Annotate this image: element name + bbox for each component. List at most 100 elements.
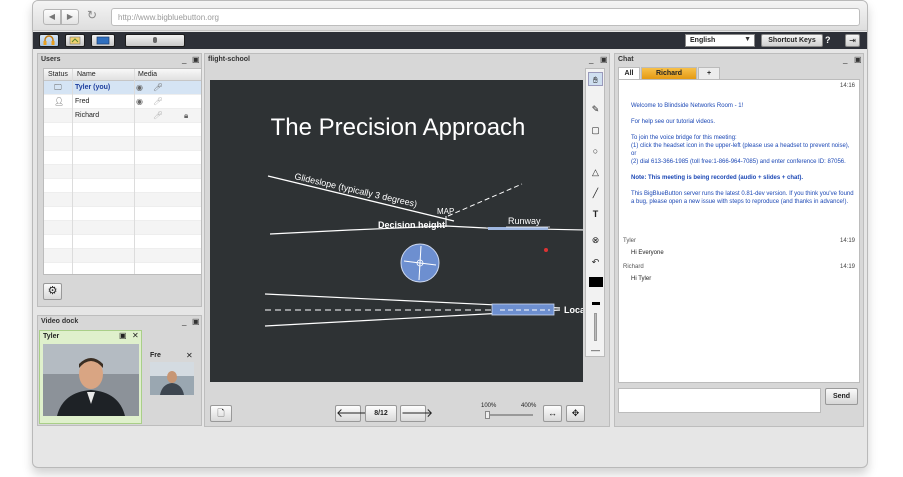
fit-width-button[interactable]: ↔: [543, 405, 562, 422]
maximize-icon[interactable]: ▣: [192, 317, 200, 326]
microphone-button[interactable]: [125, 34, 185, 47]
video-name: Fre: [150, 352, 161, 359]
slide-drawing: The Precision Approach Glideslope (typic…: [210, 80, 583, 382]
presentation-controls: 🗋 🡐 8/12 🡒 100% 400% ↔ ✥: [205, 400, 609, 426]
zoom-slider[interactable]: [485, 411, 533, 419]
user-row[interactable]: 🖵 Tyler (you) ◉ 🎤︎: [44, 81, 201, 95]
shortcut-keys-button[interactable]: Shortcut Keys: [761, 34, 823, 47]
user-row[interactable]: 👤︎ Fred ◉ 🎤︎: [44, 95, 201, 109]
webcam-status-icon[interactable]: ◉: [136, 97, 143, 106]
message-sender: Tyler: [623, 238, 637, 244]
slider-track: [594, 313, 597, 341]
tab-add[interactable]: +: [698, 67, 720, 79]
microphone-icon: [153, 37, 157, 43]
webcam-button[interactable]: [91, 34, 115, 47]
rectangle-icon[interactable]: ▢: [588, 123, 603, 137]
arrow-left-icon: 🡐: [336, 406, 369, 420]
upload-button[interactable]: 🗋: [210, 405, 232, 422]
message-line: Note: This meeting is being recorded (au…: [631, 175, 804, 181]
message-line: (1) click the headset icon in the upper-…: [631, 143, 850, 157]
chat-message-input[interactable]: [618, 388, 821, 413]
color-swatch: [588, 277, 603, 287]
whiteboard-toolbar: ✋︎ ✎ ▢ ○ △ ╱ T ⊗ ↶ —: [585, 68, 605, 357]
column-media[interactable]: Media: [138, 71, 157, 78]
microphone-icon[interactable]: 🎤︎: [153, 111, 163, 120]
minimize-icon[interactable]: _: [843, 55, 847, 64]
help-button[interactable]: ?: [825, 35, 831, 45]
maximize-icon[interactable]: ▣: [600, 55, 608, 64]
users-grid: Status Name Media 🖵 Tyler (you) ◉ 🎤︎ 👤︎ …: [43, 68, 202, 275]
user-name: Fred: [75, 98, 90, 105]
tab-richard[interactable]: Richard: [641, 67, 697, 79]
message-line[interactable]: For help see our tutorial videos.: [631, 118, 855, 126]
pencil-icon[interactable]: ✎: [588, 102, 603, 116]
ellipse-icon[interactable]: ○: [588, 144, 603, 158]
message-time: 14:19: [839, 238, 855, 244]
browser-window: ◀ ▶ ↻ http://www.bigbluebutton.org Engli…: [32, 0, 868, 468]
empty-row: [44, 193, 201, 207]
column-name[interactable]: Name: [77, 71, 96, 78]
video-dock-title: Video dock: [41, 318, 79, 325]
user-name: Tyler (you): [75, 84, 111, 91]
close-icon[interactable]: ✕: [132, 331, 139, 340]
localizer-label: Locali: [564, 305, 583, 315]
chat-title: Chat: [618, 56, 634, 63]
column-divider: [72, 69, 73, 274]
address-bar[interactable]: http://www.bigbluebutton.org: [111, 8, 860, 26]
maximize-icon[interactable]: ▣: [854, 55, 862, 64]
runway-label: Runway: [508, 216, 541, 226]
message-line[interactable]: This BigBlueButton server runs the lates…: [631, 190, 855, 206]
line-icon[interactable]: ╱: [588, 186, 603, 200]
next-slide-button[interactable]: 🡒: [400, 405, 433, 422]
microphone-icon[interactable]: 🎤︎: [153, 83, 163, 92]
triangle-icon[interactable]: △: [588, 165, 603, 179]
previous-slide-button[interactable]: 🡐: [335, 405, 368, 422]
headset-button[interactable]: [39, 34, 59, 47]
decision-height-label: Decision height: [378, 220, 445, 230]
chevron-down-icon: ▼: [744, 36, 751, 43]
thickness-line: [591, 302, 600, 305]
tab-all[interactable]: All: [618, 67, 640, 79]
video-window-tyler[interactable]: Tyler ▣ ✕: [39, 330, 142, 424]
fit-page-button[interactable]: ✥: [566, 405, 585, 422]
forward-button[interactable]: ▶: [61, 9, 79, 25]
presenter-icon: 🖵: [54, 83, 62, 92]
language-select[interactable]: English ▼: [685, 34, 755, 47]
chat-panel: Chat _ ▣ All Richard + 14:16 Welcome to …: [614, 53, 864, 427]
pan-hand-icon[interactable]: ✋︎: [588, 72, 603, 86]
maximize-icon[interactable]: ▣: [119, 331, 127, 340]
thickness-slider[interactable]: [588, 313, 603, 343]
empty-row: [44, 207, 201, 221]
users-panel: Users _ ▣ Status Name Media 🖵 Tyler (you…: [37, 53, 202, 307]
zoom-slider-thumb[interactable]: [485, 411, 490, 419]
page-indicator[interactable]: 8/12: [365, 405, 397, 422]
move-icon: ✥: [571, 408, 580, 418]
undo-icon[interactable]: ↶: [588, 255, 603, 269]
share-desktop-button[interactable]: [65, 34, 85, 47]
color-picker[interactable]: [588, 277, 603, 291]
column-status[interactable]: Status: [48, 71, 68, 78]
empty-row: [44, 179, 201, 193]
microphone-icon[interactable]: 🎤︎: [153, 97, 163, 106]
minimize-icon[interactable]: _: [589, 55, 593, 64]
close-icon[interactable]: ✕: [186, 351, 193, 360]
send-button[interactable]: Send: [825, 388, 858, 405]
user-row[interactable]: Richard 🎤︎ 🔒︎: [44, 109, 201, 123]
webcam-video-tyler: [43, 344, 139, 416]
clear-icon[interactable]: ⊗: [588, 233, 603, 247]
minimize-icon[interactable]: _: [182, 55, 186, 64]
text-tool-icon[interactable]: T: [588, 207, 603, 221]
maximize-icon[interactable]: ▣: [192, 55, 200, 64]
minimize-icon[interactable]: _: [182, 317, 186, 326]
message-sender: Richard: [623, 264, 644, 270]
message-line: (2) dial 613-366-1985 (toll free:1-866-9…: [631, 159, 846, 165]
lock-icon[interactable]: 🔒︎: [184, 111, 188, 121]
video-window-fred[interactable]: Fre ✕: [148, 351, 196, 397]
back-button[interactable]: ◀: [43, 9, 61, 25]
reload-icon[interactable]: ↻: [87, 8, 97, 22]
webcam-status-icon[interactable]: ◉: [136, 83, 143, 92]
slide-canvas[interactable]: The Precision Approach Glideslope (typic…: [210, 80, 583, 382]
settings-button[interactable]: ⚙: [43, 283, 62, 300]
logout-button[interactable]: ⇥: [845, 34, 860, 47]
empty-row: [44, 151, 201, 165]
